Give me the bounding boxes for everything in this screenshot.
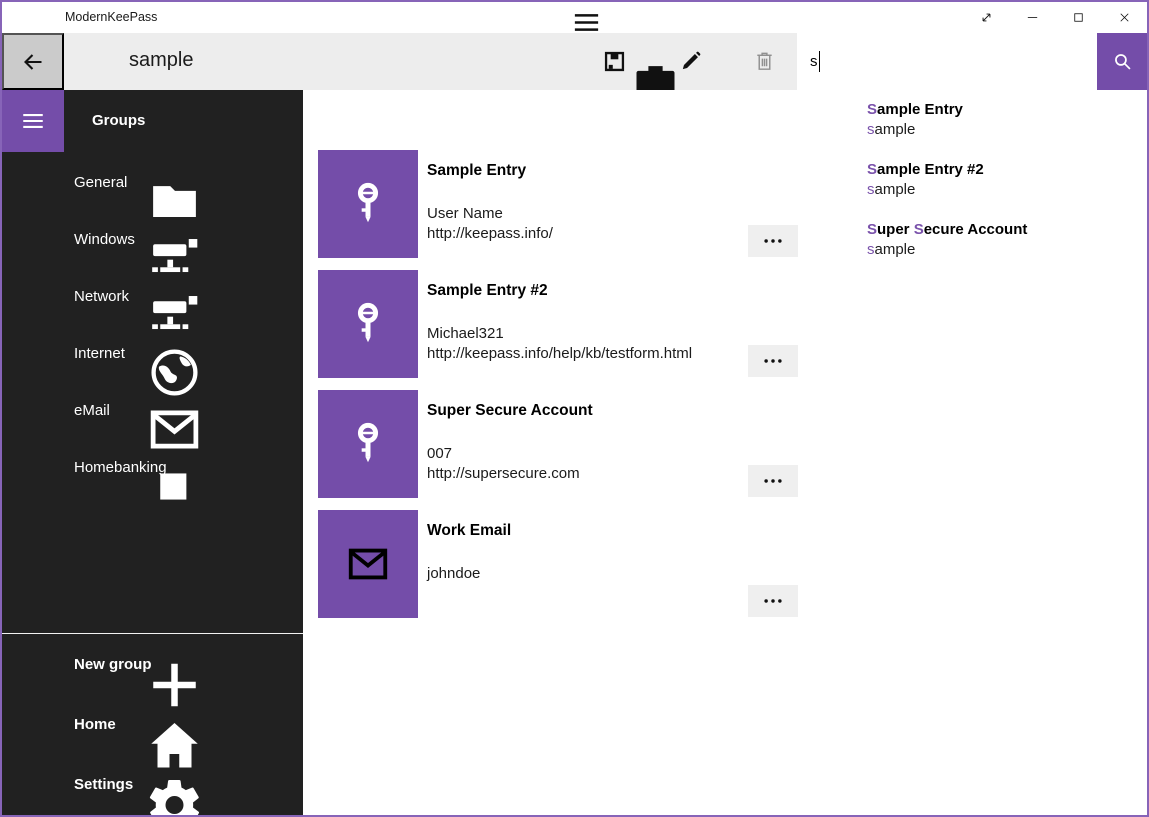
entry-text: Sample Entry #2 Michael321http://keepass.… — [427, 270, 742, 364]
suggestion-subtitle: sample — [867, 240, 1145, 260]
entry-text: Sample Entry User Namehttp://keepass.info… — [427, 150, 742, 244]
sidebar-actions: New groupHomeSettings — [2, 635, 303, 815]
sidebar: Groups GeneralWindowsNetworkInterneteMai… — [2, 90, 303, 815]
suggestion-subtitle: sample — [867, 180, 1145, 200]
entry-tile[interactable] — [318, 390, 418, 498]
entry-more-button[interactable] — [748, 465, 798, 497]
sidebar-item-home[interactable]: Home — [2, 695, 303, 755]
appbar: sample s — [2, 33, 1147, 90]
sidebar-item-label: New group — [74, 635, 152, 695]
sidebar-item-email[interactable]: eMail — [2, 382, 303, 439]
fullscreen-button[interactable] — [963, 2, 1009, 33]
gear-icon — [24, 775, 325, 817]
titlebar: ModernKeePass — [2, 2, 1147, 33]
window-title: ModernKeePass — [65, 2, 157, 33]
groups-list: GeneralWindowsNetworkInterneteMailHomeba… — [2, 154, 303, 496]
entry-more-button[interactable] — [748, 345, 798, 377]
suggestion-item[interactable]: Sample Entry #2sample — [867, 158, 1145, 218]
search-input[interactable]: s — [797, 33, 1097, 90]
groups-heading: Groups — [92, 90, 145, 152]
entry-username: User Name — [427, 204, 742, 224]
more-icon — [762, 230, 784, 252]
search-input-value: s — [810, 53, 818, 70]
back-button[interactable] — [2, 33, 64, 90]
sidebar-item-new-group[interactable]: New group — [2, 635, 303, 695]
text-caret — [819, 51, 821, 72]
close-button[interactable] — [1101, 2, 1147, 33]
entry-row[interactable]: Work Email johndoe — [318, 510, 798, 618]
window-controls — [963, 2, 1147, 33]
app-window: ModernKeePass sample s Groups GeneralWin… — [0, 0, 1149, 817]
entry-more-button[interactable] — [748, 225, 798, 257]
suggestion-item[interactable]: Sample Entrysample — [867, 98, 1145, 158]
sidebar-item-label: General — [74, 154, 127, 211]
entry-username: johndoe — [427, 564, 742, 584]
entry-more-button[interactable] — [748, 585, 798, 617]
sidebar-item-label: eMail — [74, 382, 110, 439]
search-button[interactable] — [1097, 33, 1147, 90]
entry-row[interactable]: Sample Entry #2 Michael321http://keepass.… — [318, 270, 798, 378]
entry-url: http://keepass.info/help/kb/testform.htm… — [427, 344, 742, 364]
back-icon — [21, 50, 45, 74]
save-icon — [603, 50, 626, 73]
close-icon — [1117, 10, 1132, 25]
sidebar-item-label: Network — [74, 268, 129, 325]
database-title: sample — [129, 33, 193, 90]
sidebar-item-network[interactable]: Network — [2, 268, 303, 325]
square-icon — [24, 458, 325, 515]
edit-button[interactable] — [666, 37, 714, 86]
sidebar-item-windows[interactable]: Windows — [2, 211, 303, 268]
entry-text: Work Email johndoe — [427, 510, 742, 584]
sidebar-item-label: Internet — [74, 325, 125, 382]
entry-url: http://keepass.info/ — [427, 224, 742, 244]
sidebar-item-label: Windows — [74, 211, 135, 268]
minimize-icon — [1025, 10, 1040, 25]
entry-username: Michael321 — [427, 324, 742, 344]
suggestion-subtitle: sample — [867, 120, 1145, 140]
search-icon — [1112, 51, 1133, 72]
hamburger-icon — [20, 108, 46, 134]
entry-title: Sample Entry — [427, 162, 742, 180]
sidebar-item-homebanking[interactable]: Homebanking — [2, 439, 303, 496]
sidebar-item-internet[interactable]: Internet — [2, 325, 303, 382]
sidebar-hamburger-button[interactable] — [2, 90, 64, 152]
more-icon — [762, 590, 784, 612]
edit-icon — [679, 50, 702, 73]
search-suggestions: Sample EntrysampleSample Entry #2sampleS… — [855, 90, 1145, 288]
suggestion-title: Sample Entry — [867, 98, 1145, 120]
minimize-button[interactable] — [1009, 2, 1055, 33]
entry-url: http://supersecure.com — [427, 464, 742, 484]
entry-tile[interactable] — [318, 150, 418, 258]
maximize-button[interactable] — [1055, 2, 1101, 33]
save-button[interactable] — [590, 37, 638, 86]
entry-title: Super Secure Account — [427, 402, 742, 420]
sidebar-divider — [2, 633, 303, 634]
delete-button[interactable] — [740, 37, 788, 86]
entry-title: Sample Entry #2 — [427, 282, 742, 300]
sidebar-item-settings[interactable]: Settings — [2, 755, 303, 815]
entry-row[interactable]: Super Secure Account 007http://supersecur… — [318, 390, 798, 498]
entry-row[interactable]: Sample Entry User Namehttp://keepass.info… — [318, 150, 798, 258]
more-icon — [762, 350, 784, 372]
entry-text: Super Secure Account 007http://supersecur… — [427, 390, 742, 484]
maximize-icon — [1071, 10, 1086, 25]
suggestion-title: Super Secure Account — [867, 218, 1145, 240]
fullscreen-icon — [979, 10, 994, 25]
entry-tile[interactable] — [318, 510, 418, 618]
sidebar-item-label: Home — [74, 695, 116, 755]
sidebar-item-general[interactable]: General — [2, 154, 303, 211]
more-icon — [762, 470, 784, 492]
delete-icon — [753, 50, 776, 73]
key-icon — [345, 421, 391, 467]
key-icon — [345, 181, 391, 227]
sidebar-item-label: Settings — [74, 755, 133, 815]
envelope-icon — [345, 541, 391, 587]
suggestion-title: Sample Entry #2 — [867, 158, 1145, 180]
entry-title: Work Email — [427, 522, 742, 540]
entry-username: 007 — [427, 444, 742, 464]
key-icon — [345, 301, 391, 347]
suggestion-item[interactable]: Super Secure Accountsample — [867, 218, 1145, 278]
entry-tile[interactable] — [318, 270, 418, 378]
sidebar-item-label: Homebanking — [74, 439, 167, 496]
